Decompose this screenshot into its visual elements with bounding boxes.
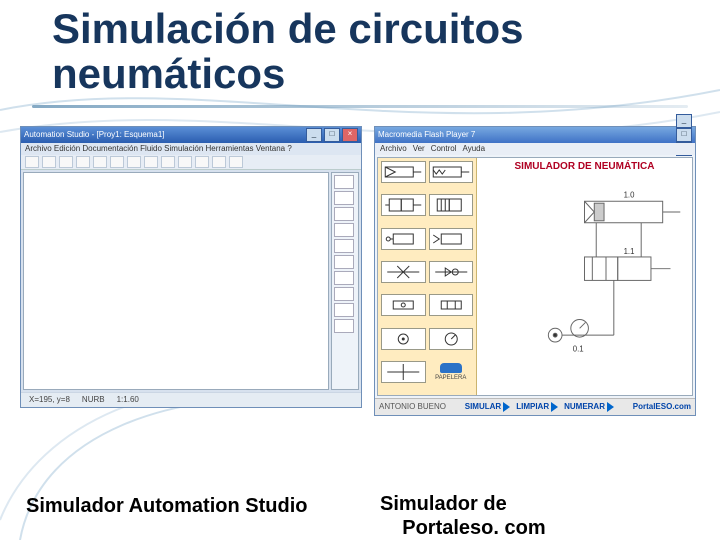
caption-right-line1: Simulador de (380, 493, 507, 515)
palette-tool[interactable] (334, 239, 354, 253)
footer-author: ANTONIO BUENO (379, 402, 446, 411)
symbol-valve-52[interactable] (429, 194, 474, 216)
palette-tool[interactable] (334, 303, 354, 317)
palette-tool[interactable] (334, 223, 354, 237)
menu-ver[interactable]: Ver (413, 144, 425, 153)
toolbar-button[interactable] (110, 156, 124, 168)
palette-tool[interactable] (334, 271, 354, 285)
maximize-button[interactable]: □ (324, 128, 340, 142)
right-column: Macromedia Flash Player 7 _ □ × Archivo … (374, 126, 700, 416)
title-line1: Simulación de circuitos (52, 5, 523, 52)
symbol-junction[interactable] (381, 361, 426, 383)
left-statusbar: X=195, y=8 NURB 1:1.60 (21, 392, 361, 407)
automation-studio-window: Automation Studio - [Proy1: Esquema1] _ … (20, 126, 362, 408)
maximize-button[interactable]: □ (676, 128, 692, 142)
caption-left: Simulador Automation Studio (26, 494, 307, 518)
toolbar-button[interactable] (93, 156, 107, 168)
close-button[interactable]: × (342, 128, 358, 142)
status-zoom: 1:1.60 (117, 395, 139, 404)
play-icon (551, 402, 558, 412)
caption-right: Simulador de Portaleso. com (380, 492, 546, 540)
toolbar-button[interactable] (127, 156, 141, 168)
left-window-title: Automation Studio - [Proy1: Esquema1] (24, 130, 165, 139)
palette-tool[interactable] (334, 175, 354, 189)
limpiar-button[interactable]: LIMPIAR (516, 402, 558, 412)
palette-tool[interactable] (334, 207, 354, 221)
component-palette: PAPELERA (378, 158, 477, 395)
label-supply: 0.1 (573, 344, 584, 353)
right-titlebar: Macromedia Flash Player 7 _ □ × (375, 127, 695, 143)
caption-right-line2: Portaleso. com (402, 517, 545, 539)
palette-tool[interactable] (334, 319, 354, 333)
symbol-checkvalve[interactable] (429, 261, 474, 283)
palette-tool[interactable] (334, 191, 354, 205)
symbol-valve-button[interactable] (381, 228, 426, 250)
label-valve: 1.1 (624, 247, 635, 256)
left-menubar-text: Archivo Edición Documentación Fluido Sim… (25, 144, 292, 153)
symbol-supply[interactable] (381, 328, 426, 350)
left-canvas[interactable] (23, 172, 329, 390)
toolbar-button[interactable] (161, 156, 175, 168)
toolbar-button[interactable] (178, 156, 192, 168)
left-titlebar: Automation Studio - [Proy1: Esquema1] _ … (21, 127, 361, 143)
right-window-title: Macromedia Flash Player 7 (378, 130, 475, 139)
left-palette (331, 172, 359, 390)
menu-control[interactable]: Control (431, 144, 457, 153)
trash-area[interactable]: PAPELERA (429, 361, 474, 381)
symbol-shuttle[interactable] (381, 294, 426, 316)
toolbar-button[interactable] (144, 156, 158, 168)
toolbar-button[interactable] (25, 156, 39, 168)
symbol-and[interactable] (429, 294, 474, 316)
play-icon (503, 402, 510, 412)
symbol-valve-32[interactable] (381, 194, 426, 216)
label-cyl: 1.0 (624, 190, 636, 199)
minimize-button[interactable]: _ (676, 114, 692, 128)
simulator-footer: ANTONIO BUENO SIMULAR LIMPIAR NUMERAR Po… (375, 398, 695, 415)
numerar-button[interactable]: NUMERAR (564, 402, 614, 412)
right-body: PAPELERA SIMULADOR DE NEUMÁTICA 1.0 (377, 157, 693, 396)
simular-button[interactable]: SIMULAR (465, 402, 510, 412)
menu-ayuda[interactable]: Ayuda (463, 144, 486, 153)
toolbar-button[interactable] (212, 156, 226, 168)
left-body (21, 170, 361, 392)
numerar-label: NUMERAR (564, 402, 605, 411)
simulator-canvas[interactable]: SIMULADOR DE NEUMÁTICA 1.0 (477, 158, 692, 395)
left-column: Automation Studio - [Proy1: Esquema1] _ … (20, 126, 362, 416)
trash-icon (440, 363, 462, 373)
minimize-button[interactable]: _ (306, 128, 322, 142)
palette-tool[interactable] (334, 255, 354, 269)
symbol-cylinder-spring[interactable] (429, 161, 474, 183)
left-window-controls: _ □ × (306, 128, 358, 142)
symbol-valve-lever[interactable] (429, 228, 474, 250)
toolbar-button[interactable] (76, 156, 90, 168)
slide-title: Simulación de circuitos neumáticos (0, 0, 720, 97)
left-toolbar (21, 155, 361, 170)
status-coords: X=195, y=8 (29, 395, 70, 404)
status-mode: NURB (82, 395, 105, 404)
simular-label: SIMULAR (465, 402, 501, 411)
content-row: Automation Studio - [Proy1: Esquema1] _ … (0, 108, 720, 416)
toolbar-button[interactable] (195, 156, 209, 168)
menu-archivo[interactable]: Archivo (380, 144, 407, 153)
footer-actions: SIMULAR LIMPIAR NUMERAR (465, 402, 614, 412)
footer-brand: PortalESO.com (633, 402, 691, 411)
toolbar-button[interactable] (59, 156, 73, 168)
symbol-cylinder[interactable] (381, 161, 426, 183)
flash-player-window: Macromedia Flash Player 7 _ □ × Archivo … (374, 126, 696, 416)
trash-label: PAPELERA (435, 375, 466, 381)
left-menubar[interactable]: Archivo Edición Documentación Fluido Sim… (21, 143, 361, 155)
palette-tool[interactable] (334, 287, 354, 301)
play-icon (607, 402, 614, 412)
symbol-gauge[interactable] (429, 328, 474, 350)
title-line2: neumáticos (52, 50, 285, 97)
toolbar-button[interactable] (229, 156, 243, 168)
right-menubar[interactable]: Archivo Ver Control Ayuda (375, 143, 695, 155)
symbol-flowcontrol[interactable] (381, 261, 426, 283)
limpiar-label: LIMPIAR (516, 402, 549, 411)
toolbar-button[interactable] (42, 156, 56, 168)
